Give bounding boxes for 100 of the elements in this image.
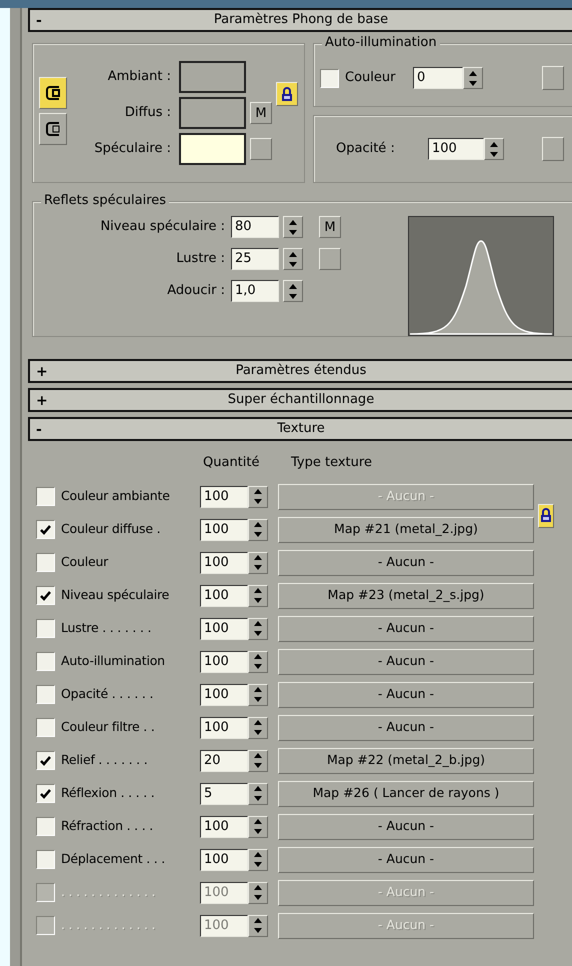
map-label: . . . . . . . . . . . . . [60,883,156,902]
amount-field[interactable]: 100 [200,584,248,606]
spinner-button[interactable] [248,518,268,540]
rollout-title: Paramètres étendus [236,362,366,380]
checkbox[interactable] [36,487,55,506]
map-slot-button[interactable]: - Aucun - [278,682,534,708]
up-arrow-icon [289,284,297,288]
rollout-header[interactable]: + Paramètres étendus [28,359,572,383]
map-slot-button[interactable]: - Aucun - [278,846,534,872]
number-field[interactable]: 80 [231,216,279,238]
amount-field[interactable]: 20 [200,750,248,772]
amount-field[interactable]: 100 [200,816,248,838]
check-icon [40,788,51,798]
map-slot-button[interactable]: Map #23 (metal_2_s.jpg) [278,582,534,608]
checkbox[interactable] [36,619,55,638]
spinner-button[interactable] [248,486,268,508]
map-slot-button[interactable]: - Aucun - [278,616,534,642]
number-field[interactable]: 100 [428,138,484,160]
up-arrow-icon [254,753,262,758]
map-button[interactable] [250,138,272,160]
map-slot-button[interactable]: - Aucun - [278,550,534,576]
map-slot-button[interactable]: - Aucun - [278,814,534,840]
spinner-button[interactable] [248,618,268,640]
spinner-button[interactable] [463,67,483,89]
spinner-button[interactable] [248,650,268,672]
map-button[interactable] [319,248,341,270]
swatch-mode-button[interactable] [39,113,67,145]
amount-field[interactable]: 100 [200,716,248,738]
color-swatch[interactable] [179,133,246,165]
color-swatch[interactable] [179,97,246,129]
map-label: Relief . . . . . . . [60,751,148,770]
down-arrow-icon [254,565,262,570]
down-arrow-icon [490,152,498,156]
spinner-button[interactable] [248,816,268,838]
amount-field[interactable]: 100 [200,486,248,508]
spinner-button[interactable] [248,584,268,606]
number-field[interactable]: 0 [413,67,463,89]
map-label: Couleur [60,553,110,572]
checkbox[interactable] [36,652,55,671]
checkbox[interactable] [36,586,55,605]
rollout-header[interactable]: - Texture [28,417,572,441]
down-arrow-icon [254,598,262,603]
up-arrow-icon [254,555,262,560]
rollout-header[interactable]: + Super échantillonnage [28,388,572,412]
spinner-button[interactable] [248,848,268,870]
amount-field[interactable]: 100 [200,848,248,870]
map-slot-button[interactable]: - Aucun - [278,714,534,740]
spinner-button[interactable] [283,216,303,238]
checkbox[interactable] [36,553,55,572]
spinner-button[interactable] [248,552,268,574]
amount-field[interactable]: 5 [200,782,248,804]
amount-field[interactable]: 100 [200,518,248,540]
spinner-button[interactable] [248,684,268,706]
color-swatch[interactable] [179,61,246,93]
number-field[interactable]: 25 [231,248,279,270]
spinner-button[interactable] [248,914,268,936]
checkbox[interactable] [36,685,55,704]
spinner-button[interactable] [248,782,268,804]
lock-button[interactable] [538,504,554,528]
rollout-title: Paramètres Phong de base [214,11,388,30]
map-slot-button[interactable]: Map #22 (metal_2_b.jpg) [278,748,534,774]
down-arrow-icon [254,862,262,867]
spinner-button[interactable] [248,882,268,904]
amount-field[interactable]: 100 [200,684,248,706]
rollout-header[interactable]: - Paramètres Phong de base [28,8,572,32]
map-slot-button[interactable]: - Aucun - [278,648,534,674]
checkbox[interactable] [36,817,55,836]
map-label: Lustre . . . . . . . [60,619,152,638]
amount-field[interactable]: 100 [200,618,248,640]
parameter-label: Niveau spéculaire : [99,218,226,236]
map-button[interactable]: M [319,216,341,238]
checkbox[interactable] [36,850,55,869]
down-arrow-icon [254,499,262,504]
lock-button[interactable] [276,82,298,106]
number-field[interactable]: 1,0 [231,280,279,302]
rollout-title: Super échantillonnage [228,391,374,410]
panel-scroll-bar[interactable] [10,8,22,966]
map-label: Couleur diffuse . [60,520,162,538]
opacity-label: Opacité : [336,140,396,158]
amount-field[interactable]: 100 [200,552,248,574]
spinner-button[interactable] [248,716,268,738]
checkbox[interactable] [36,520,55,539]
spinner-button[interactable] [484,138,504,160]
color-label: Spéculaire : [93,140,172,158]
spinner-button[interactable] [248,750,268,772]
swatch-mode-button[interactable] [39,77,67,109]
checkbox[interactable] [36,784,55,803]
map-button[interactable] [542,137,564,161]
spinner-button[interactable] [283,248,303,270]
map-button[interactable] [542,66,564,90]
spinner-button[interactable] [283,280,303,302]
map-button[interactable]: M [250,102,272,124]
rollout-title: Texture [277,420,325,438]
down-arrow-icon [254,532,262,537]
map-slot-button[interactable]: Map #26 ( Lancer de rayons ) [278,780,534,806]
checkbox[interactable] [320,68,339,88]
amount-field[interactable]: 100 [200,650,248,672]
checkbox[interactable] [36,751,55,770]
map-slot-button[interactable]: Map #21 (metal_2.jpg) [278,516,534,542]
checkbox[interactable] [36,718,55,737]
